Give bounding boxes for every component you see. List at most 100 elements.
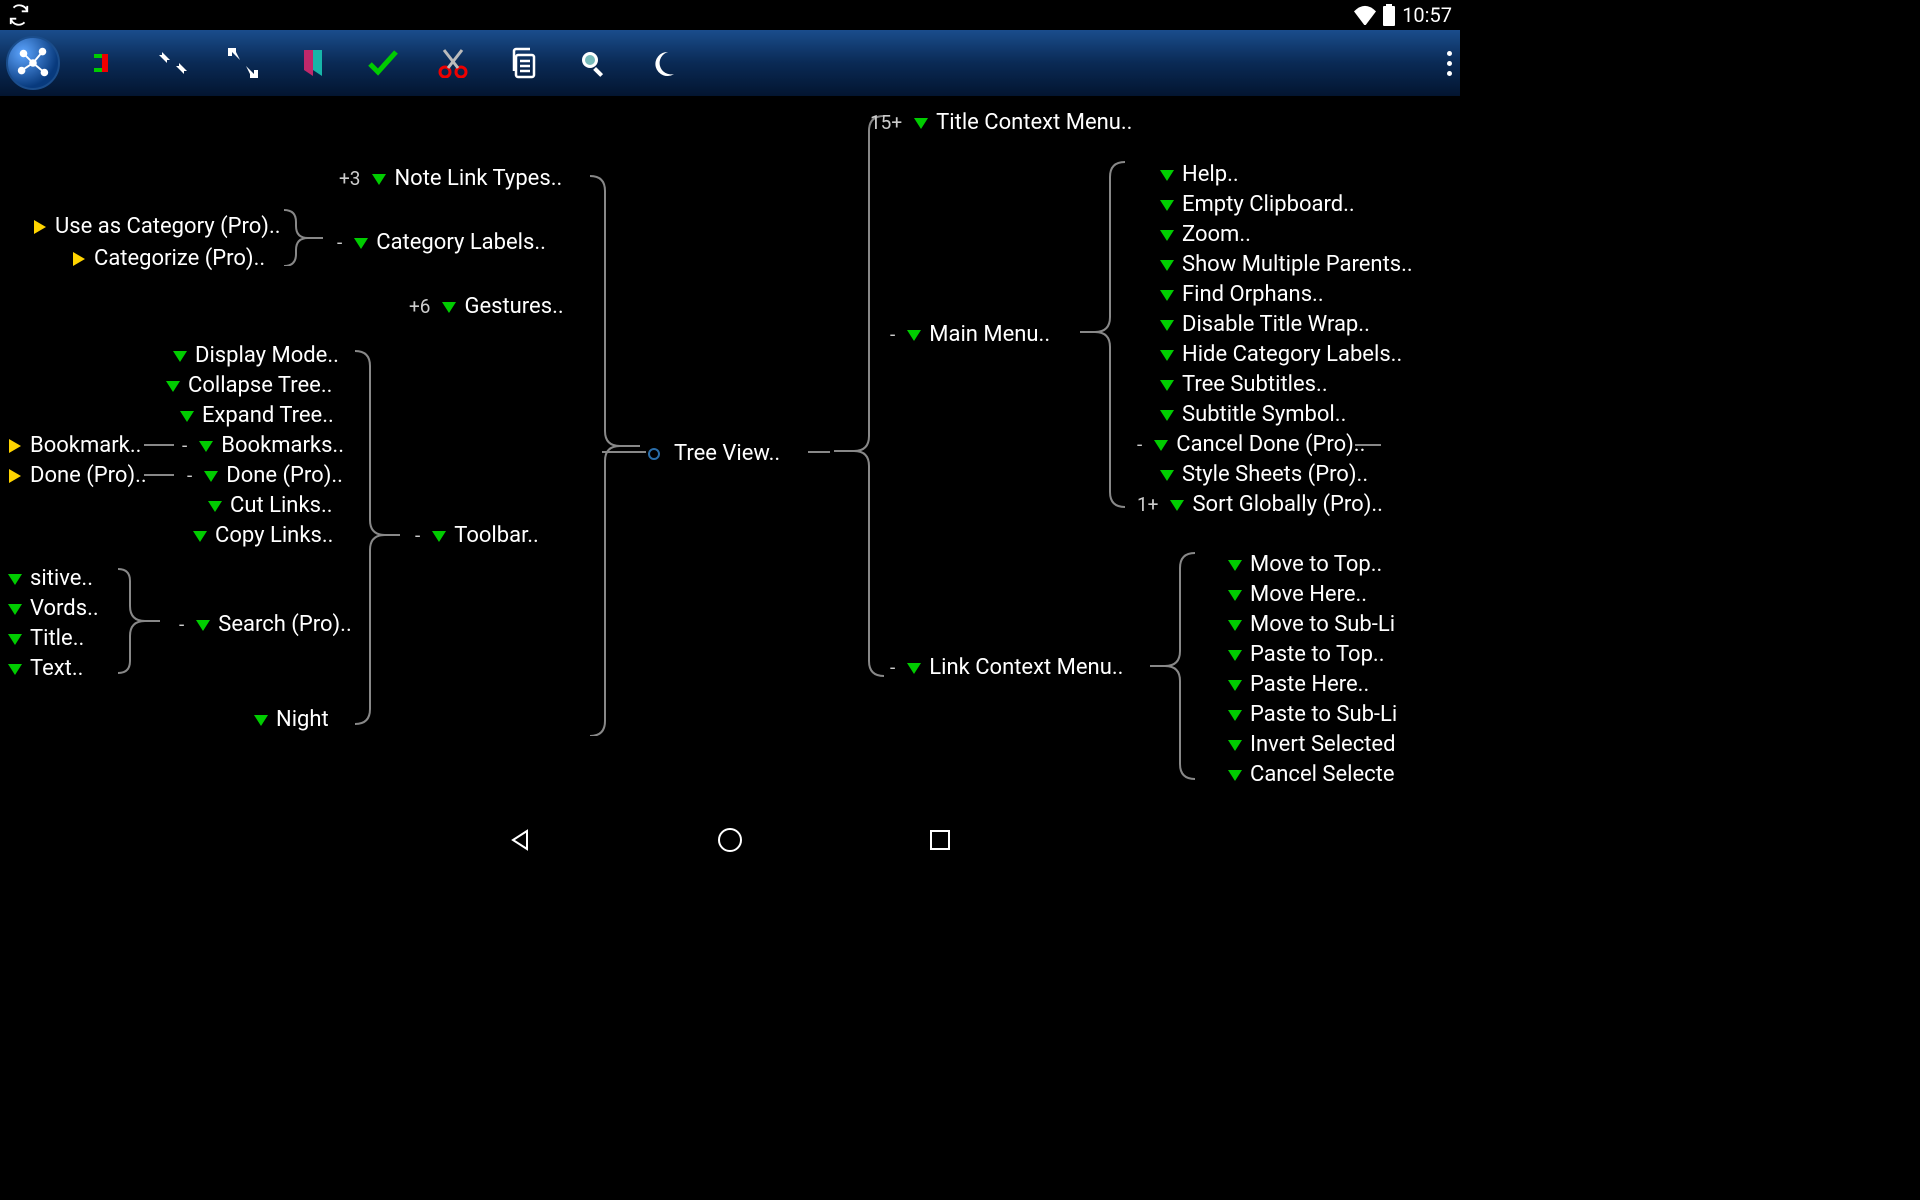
battery-icon — [1382, 4, 1396, 26]
app-logo[interactable] — [6, 36, 60, 90]
node-label: Sort Globally (Pro).. — [1192, 492, 1382, 517]
wifi-icon — [1354, 5, 1376, 25]
app-toolbar — [0, 30, 1460, 96]
arrow-down-icon — [1226, 646, 1244, 664]
node-mainmenu-item[interactable]: Subtitle Symbol.. — [1152, 402, 1346, 427]
arrow-down-icon — [164, 377, 182, 395]
node-label: Cancel Selecte — [1250, 762, 1395, 787]
node-display-mode[interactable]: Display Mode.. — [165, 343, 339, 368]
node-copy-links[interactable]: Copy Links.. — [185, 523, 333, 548]
node-mainmenu-item[interactable]: Help.. — [1152, 162, 1239, 187]
bracket-icon — [1070, 152, 1140, 512]
node-cut-links[interactable]: Cut Links.. — [200, 493, 333, 518]
clock-text: 10:57 — [1402, 3, 1452, 27]
count-prefix: - — [1137, 433, 1142, 456]
arrow-down-icon — [191, 527, 209, 545]
node-label: Use as Category (Pro).. — [55, 214, 281, 239]
arrow-down-icon — [202, 467, 220, 485]
node-search-pro[interactable]: Search (Pro)..- — [175, 612, 352, 637]
node-search-title[interactable]: Title.. — [0, 626, 84, 651]
node-label: Title.. — [30, 626, 84, 651]
node-linkctx-item[interactable]: Paste Here.. — [1220, 672, 1369, 697]
node-note-link-types[interactable]: Note Link Types.. +3 — [335, 166, 562, 191]
node-main-menu[interactable]: - Main Menu.. — [890, 322, 1050, 347]
bracket-icon — [100, 561, 170, 681]
node-label: Collapse Tree.. — [188, 373, 332, 398]
arrow-down-icon — [1226, 556, 1244, 574]
mindmap-canvas[interactable]: Tree View.. Note Link Types.. +3 Categor… — [0, 96, 1460, 810]
node-gestures[interactable]: Gestures.. +6 — [405, 294, 564, 319]
node-mainmenu-item[interactable]: Show Multiple Parents.. — [1152, 252, 1413, 277]
nav-recent-icon[interactable] — [925, 825, 955, 855]
connector-line — [144, 474, 174, 476]
node-toolbar[interactable]: Toolbar.. - — [411, 523, 539, 548]
node-label: Night — [276, 707, 329, 732]
node-bookmark-leaf[interactable]: Bookmark.. — [0, 433, 141, 458]
node-mainmenu-item[interactable]: - Cancel Done (Pro).. — [1137, 432, 1365, 457]
node-mainmenu-item[interactable]: Empty Clipboard.. — [1152, 192, 1355, 217]
tool-cut-icon[interactable] — [418, 33, 488, 93]
tool-night-icon[interactable] — [628, 33, 698, 93]
node-linkctx-item[interactable]: Paste to Sub-Li — [1220, 702, 1397, 727]
node-linkctx-item[interactable]: Move to Sub-Li — [1220, 612, 1395, 637]
arrow-down-icon — [6, 630, 24, 648]
node-linkctx-item[interactable]: Paste to Top.. — [1220, 642, 1385, 667]
arrow-down-icon — [6, 660, 24, 678]
arrow-down-icon — [6, 570, 24, 588]
node-categorize[interactable]: Categorize (Pro).. — [64, 246, 265, 271]
connector-line — [808, 451, 830, 453]
node-label: Main Menu.. — [929, 322, 1050, 347]
sync-icon — [8, 4, 30, 26]
node-label: Tree View.. — [674, 441, 780, 466]
node-mainmenu-item[interactable]: Style Sheets (Pro).. — [1152, 462, 1368, 487]
tool-copy-icon[interactable] — [488, 33, 558, 93]
overflow-menu-icon[interactable] — [1447, 51, 1452, 76]
node-collapse-tree[interactable]: Collapse Tree.. — [158, 373, 332, 398]
node-label: Cancel Done (Pro).. — [1176, 432, 1365, 457]
node-done-pro[interactable]: Done (Pro)..- — [183, 463, 343, 488]
node-label: Toolbar.. — [454, 523, 539, 548]
node-linkctx-item[interactable]: Move Here.. — [1220, 582, 1367, 607]
tool-shrink-icon[interactable] — [138, 33, 208, 93]
node-mainmenu-item[interactable]: Disable Title Wrap.. — [1152, 312, 1370, 337]
node-link-context-menu[interactable]: - Link Context Menu.. — [890, 655, 1123, 680]
count-suffix: +6 — [409, 295, 430, 318]
node-done-leaf[interactable]: Done (Pro).. — [0, 463, 147, 488]
arrow-down-icon — [1158, 406, 1176, 424]
bracket-icon — [580, 156, 650, 736]
tool-done-icon[interactable] — [348, 33, 418, 93]
tool-bookmark-icon[interactable] — [278, 33, 348, 93]
node-root[interactable]: Tree View.. — [648, 441, 780, 466]
node-mainmenu-item[interactable]: 1+Sort Globally (Pro).. — [1137, 492, 1383, 517]
nav-back-icon[interactable] — [505, 825, 535, 855]
node-mainmenu-item[interactable]: Find Orphans.. — [1152, 282, 1324, 307]
node-search-sitive[interactable]: sitive.. — [0, 566, 93, 591]
node-linkctx-item[interactable]: Move to Top.. — [1220, 552, 1382, 577]
node-mainmenu-item[interactable]: Zoom.. — [1152, 222, 1251, 247]
tool-search-icon[interactable] — [558, 33, 628, 93]
node-search-words[interactable]: Vords.. — [0, 596, 99, 621]
arrow-down-icon — [197, 437, 215, 455]
node-label: Disable Title Wrap.. — [1182, 312, 1370, 337]
node-title-context-menu[interactable]: 15+ Title Context Menu.. — [870, 110, 1133, 135]
arrow-down-icon — [171, 347, 189, 365]
node-expand-tree[interactable]: Expand Tree.. — [172, 403, 334, 428]
arrow-down-icon — [1158, 286, 1176, 304]
node-bookmarks[interactable]: Bookmarks..- — [178, 433, 344, 458]
node-label: sitive.. — [30, 566, 93, 591]
node-search-text[interactable]: Text.. — [0, 656, 83, 681]
nav-home-icon[interactable] — [715, 825, 745, 855]
tool-expand-icon[interactable] — [208, 33, 278, 93]
node-mainmenu-item[interactable]: Tree Subtitles.. — [1152, 372, 1328, 397]
node-category-labels[interactable]: Category Labels.. - — [333, 230, 546, 255]
node-linkctx-item[interactable]: Cancel Selecte — [1220, 762, 1395, 787]
node-mainmenu-item[interactable]: Hide Category Labels.. — [1152, 342, 1402, 367]
node-night[interactable]: Night — [246, 707, 329, 732]
node-label: Category Labels.. — [376, 230, 546, 255]
tool-collapse-icon[interactable] — [68, 33, 138, 93]
node-use-as-category[interactable]: Use as Category (Pro).. — [25, 214, 281, 239]
node-label: Vords.. — [30, 596, 99, 621]
arrow-down-icon — [1158, 376, 1176, 394]
count-suffix: - — [187, 464, 192, 487]
node-linkctx-item[interactable]: Invert Selected — [1220, 732, 1396, 757]
